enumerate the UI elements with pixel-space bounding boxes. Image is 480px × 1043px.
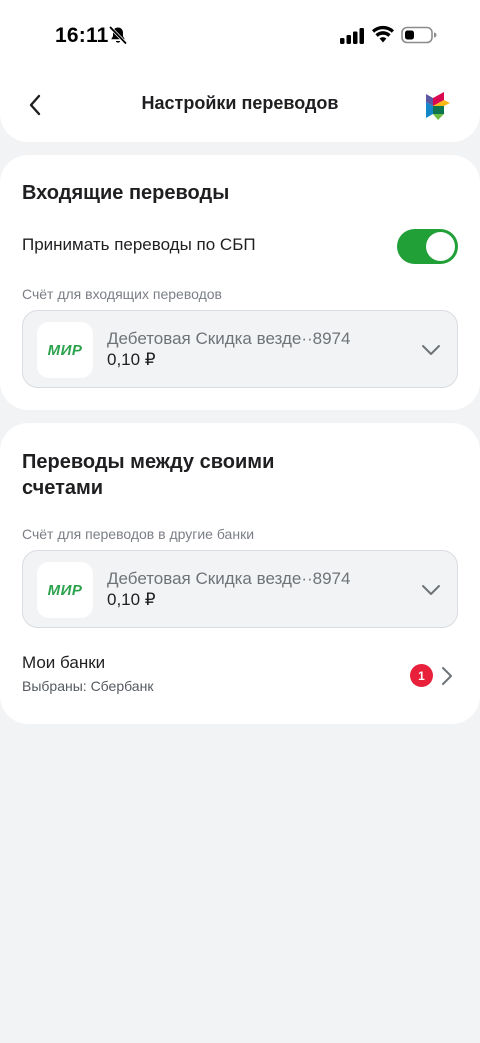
- header-card: 16:11 Настройки переводов: [0, 0, 480, 142]
- mir-card-icon: МИР: [37, 322, 93, 378]
- account-balance: 0,10 ₽: [107, 350, 156, 369]
- status-bar: 16:11: [0, 0, 480, 72]
- own-accounts-title-line1: Переводы между своими: [22, 451, 275, 473]
- bell-off-icon: [109, 26, 127, 45]
- mir-logo-text: МИР: [47, 581, 83, 599]
- wifi-icon: [372, 25, 394, 43]
- signal-icon: [340, 28, 364, 44]
- status-time: 16:11: [55, 24, 109, 47]
- my-banks-row[interactable]: Мои банки Выбраны: Сбербанк 1: [22, 651, 458, 701]
- chevron-down-icon: [422, 585, 440, 595]
- chevron-down-icon: [422, 345, 440, 355]
- sbp-logo-icon: [426, 92, 450, 120]
- other-banks-account-select[interactable]: МИР Дебетовая Скидка везде··8974 0,10 ₽: [22, 550, 458, 628]
- chevron-right-icon: [442, 667, 452, 685]
- own-accounts-title: Переводы между своими счетами: [22, 449, 274, 501]
- incoming-account-select[interactable]: МИР Дебетовая Скидка везде··8974 0,10 ₽: [22, 310, 458, 388]
- own-accounts-title-line2: счетами: [22, 477, 104, 499]
- account-balance: 0,10 ₽: [107, 590, 156, 609]
- mir-logo-text: МИР: [47, 341, 83, 359]
- toggle-knob: [426, 232, 455, 261]
- account-name: Дебетовая Скидка везде··8974: [107, 569, 351, 588]
- battery-icon: [401, 26, 437, 44]
- sbp-toggle[interactable]: [397, 229, 458, 264]
- sbp-toggle-label: Принимать переводы по СБП: [22, 235, 256, 254]
- sbp-toggle-row: Принимать переводы по СБП: [22, 227, 458, 264]
- my-banks-title: Мои банки: [22, 653, 106, 672]
- incoming-title: Входящие переводы: [22, 182, 230, 204]
- incoming-account-label: Счёт для входящих переводов: [22, 286, 222, 302]
- page-title: Настройки переводов: [141, 93, 339, 113]
- transfer-settings-screen: 16:11 Настройки переводов Входящие перев…: [0, 0, 480, 1043]
- other-banks-account-label: Счёт для переводов в другие банки: [22, 526, 255, 542]
- mir-card-icon: МИР: [37, 562, 93, 618]
- notification-badge: 1: [410, 664, 433, 687]
- account-name: Дебетовая Скидка везде··8974: [107, 329, 351, 348]
- own-accounts-card: Переводы между своими счетами Счёт для п…: [0, 423, 480, 724]
- incoming-transfers-card: Входящие переводы Принимать переводы по …: [0, 155, 480, 410]
- my-banks-subtitle: Выбраны: Сбербанк: [22, 678, 154, 694]
- navigation-bar: Настройки переводов: [0, 80, 480, 130]
